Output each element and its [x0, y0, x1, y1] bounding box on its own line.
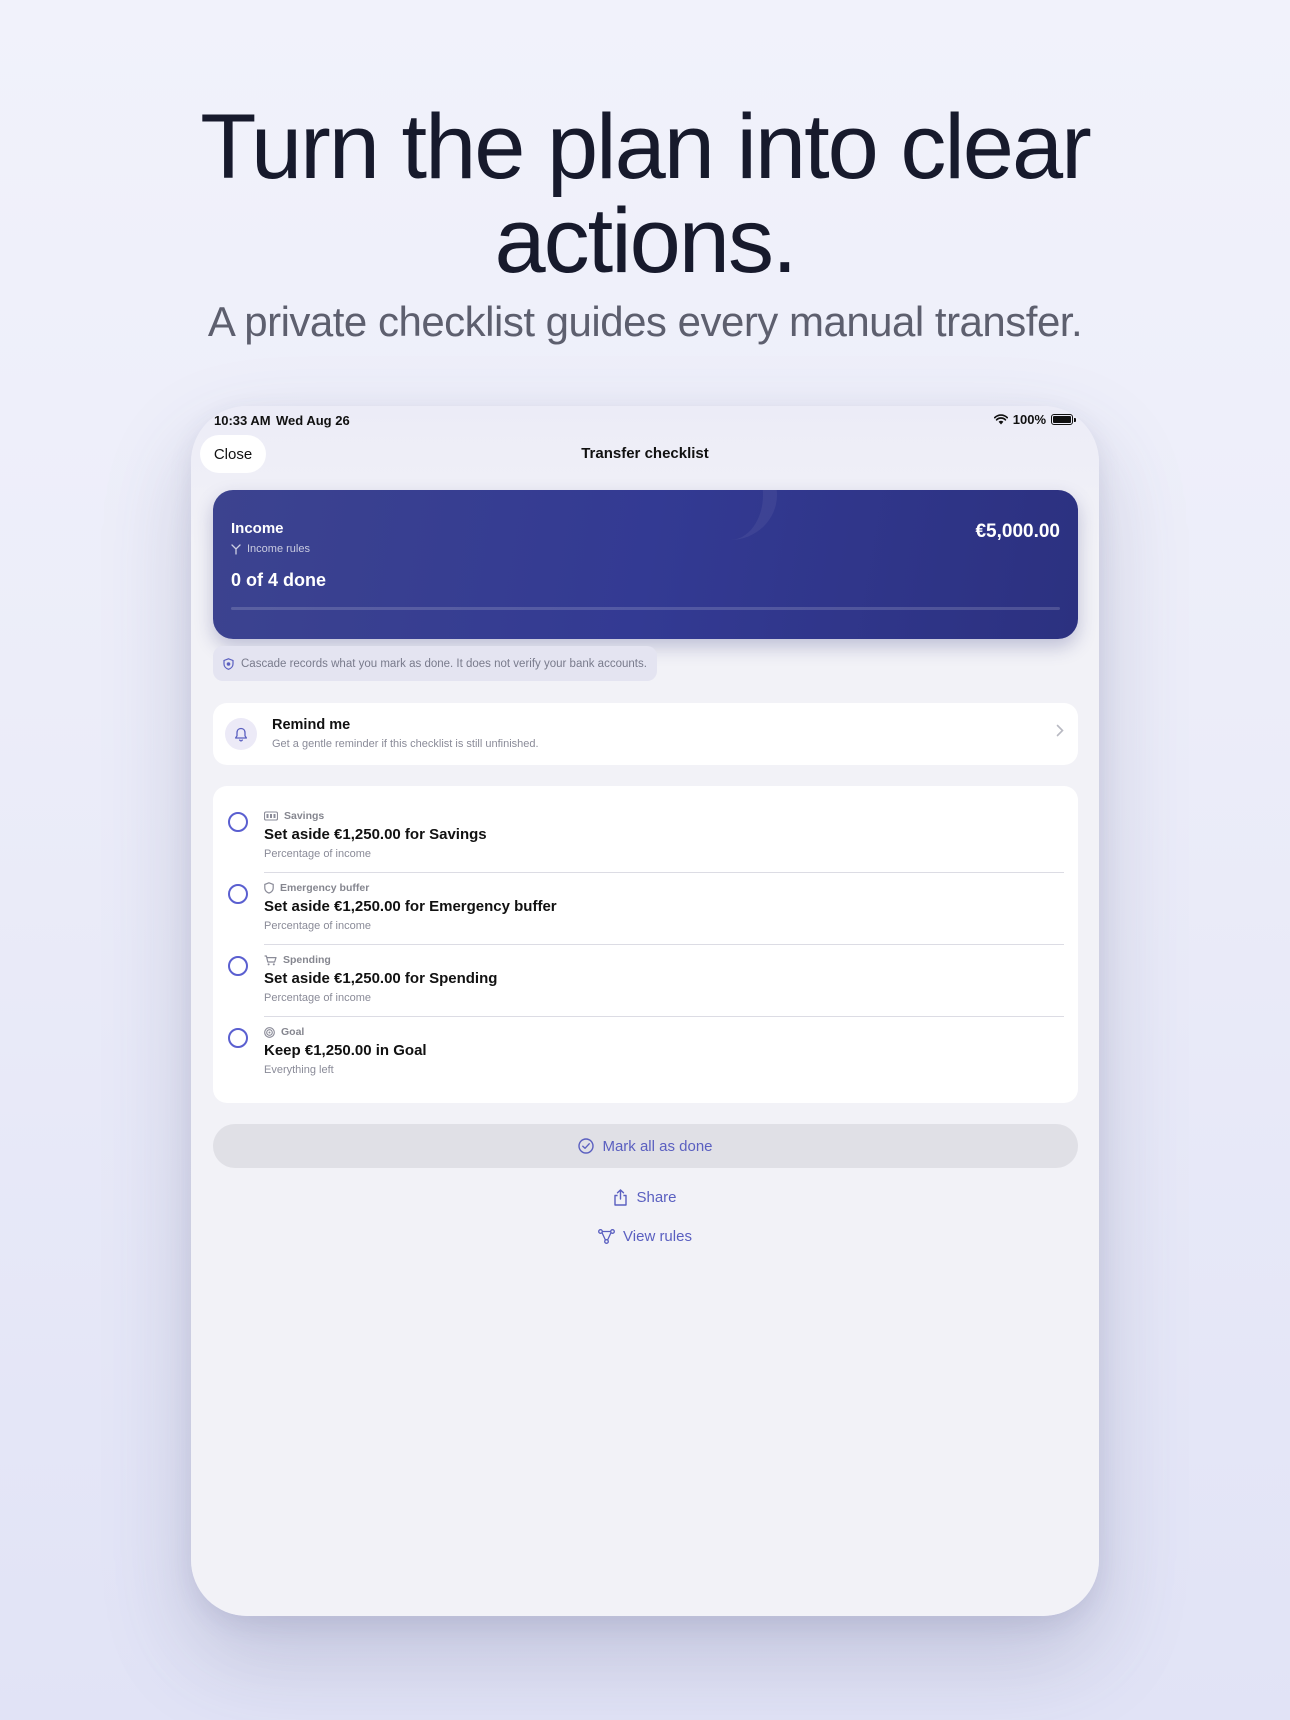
status-time: 10:33 AM [214, 413, 271, 428]
remind-title: Remind me [272, 717, 351, 733]
income-amount: €5,000.00 [975, 521, 1060, 542]
status-right: 100% [993, 412, 1076, 427]
bell-icon [234, 727, 248, 742]
task-title: Set aside €1,250.00 for Spending [264, 970, 498, 987]
view-rules-label: View rules [623, 1228, 692, 1245]
share-button[interactable]: Share [191, 1189, 1099, 1206]
task-category-label: Savings [284, 810, 325, 822]
hero-headline-line1: Turn the plan into clear [200, 96, 1092, 198]
task-title: Keep €1,250.00 in Goal [264, 1042, 427, 1059]
task-category-label: Goal [281, 1026, 305, 1038]
tasks-card: Savings Set aside €1,250.00 for Savings … [213, 786, 1078, 1103]
shield-check-icon [223, 657, 234, 670]
target-icon [264, 1026, 275, 1038]
nav-title: Transfer checklist [581, 445, 709, 462]
remind-subtitle: Get a gentle reminder if this checklist … [272, 738, 539, 750]
chevron-right-icon [1056, 724, 1064, 737]
battery-icon [1051, 414, 1076, 425]
hero-headline: Turn the plan into clear actions. [0, 100, 1290, 288]
hero-headline-line2: actions. [494, 190, 797, 292]
hero-subhead: A private checklist guides every manual … [207, 298, 1083, 345]
task-category: Savings [264, 810, 324, 822]
income-progress-bar [231, 607, 1060, 610]
task-checkbox[interactable] [228, 884, 248, 904]
wifi-icon [993, 414, 1008, 425]
task-category: Emergency buffer [264, 882, 369, 894]
savings-icon [264, 811, 278, 821]
task-category: Goal [264, 1026, 304, 1038]
income-rules-label: Income rules [247, 543, 310, 555]
notice-text: Cascade records what you mark as done. I… [241, 657, 647, 670]
task-row: Emergency buffer Set aside €1,250.00 for… [213, 858, 1078, 945]
task-category: Spending [264, 954, 331, 966]
task-title: Set aside €1,250.00 for Savings [264, 826, 487, 843]
battery-percent: 100% [1012, 412, 1046, 427]
remind-me-row[interactable]: Remind me Get a gentle reminder if this … [213, 703, 1078, 765]
task-category-label: Emergency buffer [280, 882, 370, 894]
share-icon [614, 1189, 628, 1206]
task-row: Goal Keep €1,250.00 in Goal Everything l… [213, 1002, 1078, 1076]
task-checkbox[interactable] [228, 812, 248, 832]
task-title: Set aside €1,250.00 for Emergency buffer [264, 898, 557, 915]
mark-all-done-label: Mark all as done [602, 1137, 713, 1155]
task-subtitle: Everything left [264, 1064, 334, 1076]
income-progress-text: 0 of 4 done [231, 570, 327, 590]
share-label: Share [636, 1189, 677, 1206]
task-row: Savings Set aside €1,250.00 for Savings … [213, 786, 1078, 873]
task-category-label: Spending [283, 954, 331, 966]
cart-icon [264, 954, 277, 965]
income-label: Income [231, 520, 284, 537]
status-date: Wed Aug 26 [276, 413, 350, 428]
verification-notice: Cascade records what you mark as done. I… [213, 646, 657, 681]
rules-graph-icon [598, 1229, 615, 1244]
income-card: Income Income rules €5,000.00 0 of 4 don… [213, 490, 1078, 639]
task-checkbox[interactable] [228, 1028, 248, 1048]
bell-icon-badge [225, 718, 257, 750]
check-circle-icon [578, 1138, 595, 1154]
tablet-screen: 10:33 AM Wed Aug 26 100% Close Transfer … [191, 406, 1099, 1616]
shield-icon [264, 882, 274, 894]
income-rules: Income rules [231, 543, 310, 555]
task-row: Spending Set aside €1,250.00 for Spendin… [213, 930, 1078, 1017]
task-checkbox[interactable] [228, 956, 248, 976]
view-rules-button[interactable]: View rules [191, 1228, 1099, 1245]
mark-all-done-button[interactable]: Mark all as done [213, 1124, 1078, 1168]
rules-branch-icon [231, 543, 241, 555]
